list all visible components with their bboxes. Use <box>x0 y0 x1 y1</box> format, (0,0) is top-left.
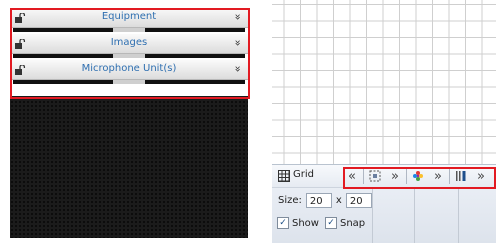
grid-canvas[interactable] <box>272 0 496 164</box>
grid-height-input[interactable]: 20 <box>345 192 372 208</box>
highlight-box-accordion <box>10 8 250 99</box>
snap-checkbox[interactable]: ✓ <box>324 217 337 229</box>
size-label: Size: <box>278 194 302 206</box>
column-divider <box>458 187 459 243</box>
column-divider <box>372 187 373 243</box>
highlight-box-toolbar <box>343 167 496 189</box>
times-label: x <box>335 194 342 206</box>
snap-label: Snap <box>339 217 366 229</box>
show-checkbox[interactable]: ✓ <box>277 217 289 229</box>
grid-icon <box>278 170 290 182</box>
show-label: Show <box>292 217 319 229</box>
grid-size-row: Size: 20 x 20 <box>278 190 372 210</box>
panel-title: Grid <box>293 169 314 180</box>
column-divider <box>414 187 415 243</box>
grid-width-input[interactable]: 20 <box>305 192 332 208</box>
grid-options-row: ✓ Show ✓ Snap <box>277 214 371 232</box>
